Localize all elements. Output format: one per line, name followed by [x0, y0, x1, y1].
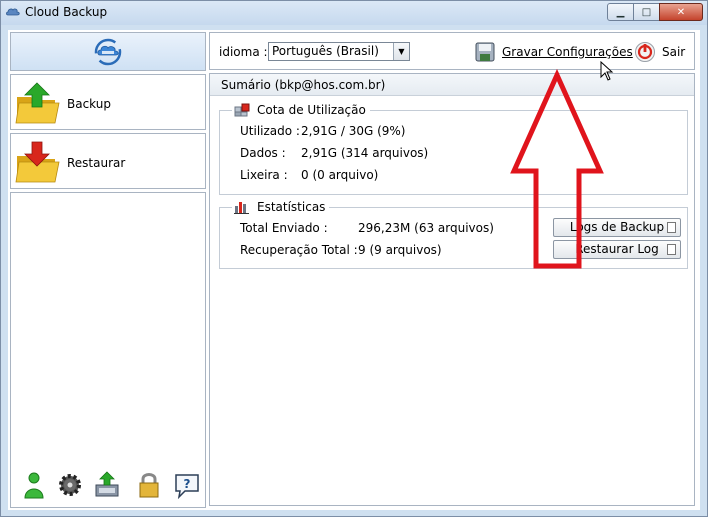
- sidebar-header[interactable]: [10, 32, 206, 71]
- total-sent-label: Total Enviado :: [240, 221, 328, 235]
- upload-computer-icon[interactable]: [93, 471, 121, 499]
- language-label: idioma :: [219, 45, 268, 59]
- data-value: 2,91G (314 arquivos): [301, 146, 429, 160]
- sidebar-item-label: Restaurar: [67, 156, 126, 170]
- window-title: Cloud Backup: [25, 5, 108, 19]
- exit-button[interactable]: Sair: [662, 45, 685, 59]
- summary-panel: Sumário (bkp@hos.com.br) Cota de Utiliza…: [209, 73, 695, 506]
- floppy-disk-icon[interactable]: [474, 41, 496, 63]
- backup-logs-button[interactable]: Logs de Backup: [553, 218, 681, 237]
- used-value: 2,91G / 30G (9%): [301, 124, 406, 138]
- sidebar-tools: ?: [11, 471, 207, 501]
- app-window: Cloud Backup ▁ □ ✕ Backup Restaurar ? id…: [0, 0, 708, 517]
- restore-log-button[interactable]: Restaurar Log: [553, 240, 681, 259]
- gear-icon[interactable]: [56, 471, 84, 499]
- trash-value: 0 (0 arquivo): [301, 168, 379, 182]
- language-select[interactable]: Português (Brasil) ▼: [268, 42, 410, 61]
- save-settings-link[interactable]: Gravar Configurações: [502, 45, 633, 59]
- window-controls: ▁ □ ✕: [607, 3, 703, 21]
- folder-upload-icon: [15, 82, 60, 124]
- usage-title: Cota de Utilização: [257, 103, 366, 117]
- client-area: Backup Restaurar ? idioma: Português (B…: [8, 30, 700, 510]
- sidebar-item-label: Backup: [67, 97, 111, 111]
- language-value: Português (Brasil): [272, 44, 379, 58]
- mouse-cursor-icon: [600, 61, 614, 81]
- cloud-backup-app-icon: [6, 8, 20, 16]
- power-icon[interactable]: [634, 41, 656, 63]
- help-glyph: ?: [184, 477, 191, 491]
- button-label: Logs de Backup: [569, 220, 665, 234]
- total-sent-value: 296,23M (63 arquivos): [358, 221, 494, 235]
- statistics-title: Estatísticas: [257, 200, 326, 214]
- sidebar-item-backup[interactable]: Backup: [10, 74, 206, 130]
- document-icon: [667, 244, 676, 255]
- usage-quota-group: Cota de Utilização Utilizado : 2,91G / 3…: [219, 103, 688, 195]
- document-icon: [667, 222, 676, 233]
- folder-download-icon: [15, 141, 60, 183]
- title-bar[interactable]: Cloud Backup ▁ □ ✕: [1, 1, 707, 25]
- cloud-sync-icon: [94, 38, 122, 65]
- used-label: Utilizado :: [240, 124, 300, 138]
- close-button[interactable]: ✕: [659, 3, 703, 21]
- group-title: Estatísticas: [232, 200, 330, 214]
- user-icon[interactable]: [20, 471, 48, 499]
- help-icon[interactable]: ?: [173, 471, 201, 499]
- top-toolbar: idioma : Português (Brasil) ▼ Gravar Con…: [209, 32, 695, 70]
- sidebar-item-restaurar[interactable]: Restaurar: [10, 133, 206, 189]
- data-label: Dados :: [240, 146, 286, 160]
- total-recovery-value: 9 (9 arquivos): [358, 243, 442, 257]
- lock-icon[interactable]: [135, 471, 163, 499]
- quota-icon: [234, 103, 250, 117]
- maximize-button[interactable]: □: [633, 3, 660, 21]
- bar-chart-icon: [234, 202, 249, 214]
- button-label: Restaurar Log: [575, 242, 659, 256]
- statistics-group: Estatísticas Total Enviado : 296,23M (63…: [219, 200, 688, 269]
- minimize-button[interactable]: ▁: [607, 3, 634, 21]
- sidebar: Backup Restaurar ?: [10, 32, 206, 508]
- trash-label: Lixeira :: [240, 168, 288, 182]
- summary-header: Sumário (bkp@hos.com.br): [210, 74, 694, 96]
- chevron-down-icon[interactable]: ▼: [393, 43, 409, 60]
- total-recovery-label: Recuperação Total :: [240, 243, 358, 257]
- sidebar-empty-panel: ?: [10, 192, 206, 508]
- group-title: Cota de Utilização: [232, 103, 370, 117]
